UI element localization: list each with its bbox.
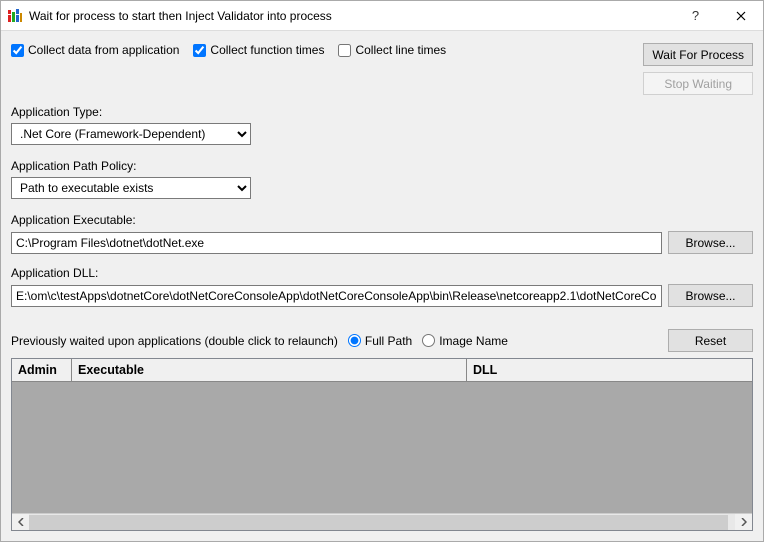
checkbox-row: Collect data from application Collect fu… [11,43,446,57]
client-area: Collect data from application Collect fu… [1,31,763,541]
browse-exe-button[interactable]: Browse... [668,231,753,254]
top-row: Collect data from application Collect fu… [11,43,753,95]
image-name-radio-input[interactable] [422,334,435,347]
app-type-select[interactable]: .Net Core (Framework-Dependent) [11,123,251,145]
wait-for-process-button[interactable]: Wait For Process [643,43,753,66]
help-button[interactable]: ? [673,1,718,31]
scroll-thumb[interactable] [29,515,728,530]
reset-button[interactable]: Reset [668,329,753,352]
image-name-radio-label: Image Name [439,334,508,348]
grid-header: Admin Executable DLL [12,359,752,382]
scroll-left-icon[interactable] [12,514,29,531]
collect-fn-times-checkbox[interactable]: Collect function times [193,43,324,57]
titlebar: Wait for process to start then Inject Va… [1,1,763,31]
stop-waiting-button: Stop Waiting [643,72,753,95]
collect-line-times-checkbox[interactable]: Collect line times [338,43,446,57]
col-executable[interactable]: Executable [72,359,467,381]
prev-apps-row: Previously waited upon applications (dou… [11,329,753,352]
app-dll-row: Browse... [11,284,753,307]
horizontal-scrollbar[interactable] [12,513,752,530]
app-dll-input[interactable] [11,285,662,307]
image-name-radio[interactable]: Image Name [422,334,508,348]
collect-line-times-input[interactable] [338,44,351,57]
collect-data-label: Collect data from application [28,43,179,57]
full-path-radio[interactable]: Full Path [348,334,412,348]
grid-body[interactable] [12,382,752,513]
app-icon [7,8,23,24]
dialog-window: Wait for process to start then Inject Va… [0,0,764,542]
collect-data-input[interactable] [11,44,24,57]
app-exe-label: Application Executable: [11,213,753,227]
scroll-track[interactable] [29,514,735,531]
path-policy-select[interactable]: Path to executable exists [11,177,251,199]
full-path-radio-input[interactable] [348,334,361,347]
full-path-radio-label: Full Path [365,334,412,348]
collect-fn-times-input[interactable] [193,44,206,57]
right-buttons: Wait For Process Stop Waiting [643,43,753,95]
collect-line-times-label: Collect line times [355,43,446,57]
app-exe-input[interactable] [11,232,662,254]
col-admin[interactable]: Admin [12,359,72,381]
path-policy-label: Application Path Policy: [11,159,753,173]
app-type-label: Application Type: [11,105,753,119]
collect-data-checkbox[interactable]: Collect data from application [11,43,179,57]
collect-fn-times-label: Collect function times [210,43,324,57]
app-exe-row: Browse... [11,231,753,254]
window-title: Wait for process to start then Inject Va… [29,9,673,23]
history-grid[interactable]: Admin Executable DLL [11,358,753,531]
prev-apps-label: Previously waited upon applications (dou… [11,334,338,348]
scroll-right-icon[interactable] [735,514,752,531]
close-button[interactable] [718,1,763,31]
col-dll[interactable]: DLL [467,359,752,381]
app-dll-label: Application DLL: [11,266,753,280]
browse-dll-button[interactable]: Browse... [668,284,753,307]
